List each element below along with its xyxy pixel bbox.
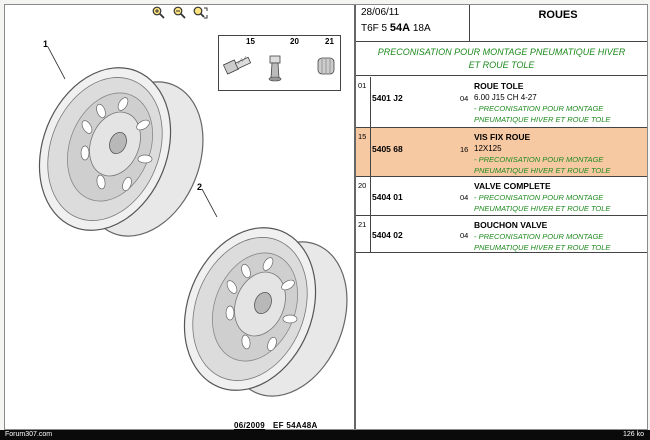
preconisation-banner: PRECONISATION POUR MONTAGE PNEUMATIQUE H…: [356, 42, 647, 76]
small-parts-box: 15 20 21: [218, 35, 341, 91]
status-site: Forum307.com: [5, 431, 53, 438]
header-date: 28/06/11: [361, 7, 400, 18]
part-title: ROUE TOLE: [474, 81, 524, 91]
zoom-toolbar: [151, 6, 208, 19]
row-index-cell: 01: [356, 77, 371, 127]
zoom-fit-icon[interactable]: [193, 6, 208, 19]
status-bar: Forum307.com 126 ko: [0, 430, 650, 440]
part-row-15[interactable]: 15 5405 68 16 VIS FIX ROUE 12X125 - PREC…: [356, 128, 647, 177]
parts-list-panel: 28/06/11 T6F 5 54A 18A ROUES PRECONISATI…: [356, 5, 647, 429]
part-note-line-2: PNEUMATIQUE HIVER ET ROUE TOLE: [474, 204, 611, 213]
part-reference: 5404 02: [372, 230, 403, 240]
preconisation-line-1: PRECONISATION POUR MONTAGE PNEUMATIQUE H…: [377, 47, 626, 57]
part-detail: 12X125: [474, 144, 502, 153]
small-parts-drawing: [222, 55, 335, 82]
valve-icon: [268, 55, 282, 82]
part-title: VALVE COMPLETE: [474, 181, 551, 191]
figure-reference: 06/2009 EF 54A48A: [234, 421, 318, 430]
valve-cap-icon: [317, 57, 335, 75]
part-row-01[interactable]: 01 5401 J2 04 ROUE TOLE 6.00 J15 CH 4-27…: [356, 77, 647, 128]
wheel-2: [183, 227, 348, 397]
part-reference: 5405 68: [372, 144, 403, 154]
part-note-line-2: PNEUMATIQUE HIVER ET ROUE TOLE: [474, 115, 611, 124]
page-title: ROUES: [469, 5, 646, 41]
part-quantity: 04: [460, 94, 469, 103]
zoom-in-icon[interactable]: [151, 6, 166, 19]
status-size: 126 ko: [622, 431, 644, 438]
row-number: 01: [358, 81, 367, 90]
figure-code: EF 54A48A: [273, 421, 318, 430]
row-index-cell: 15: [356, 128, 371, 176]
part-row-20[interactable]: 20 5404 01 04 VALVE COMPLETE - PRECONISA…: [356, 177, 647, 216]
wheel-bolt-icon: [222, 55, 252, 75]
row-number: 15: [358, 132, 367, 141]
header-code-suffix: 18A: [410, 23, 431, 34]
exploded-drawing: 1 2 15 20 21: [5, 19, 354, 429]
part-quantity: 04: [460, 193, 469, 202]
part-description: VALVE COMPLETE - PRECONISATION POUR MONT…: [474, 181, 646, 214]
row-index-cell: 20: [356, 177, 371, 215]
part-quantity: 04: [460, 231, 469, 240]
part-row-21[interactable]: 21 5404 02 04 BOUCHON VALVE - PRECONISAT…: [356, 216, 647, 253]
row-number: 21: [358, 220, 367, 229]
part-quantity: 16: [460, 145, 469, 154]
header-code-prefix: T6F 5: [361, 23, 390, 34]
part-description: ROUE TOLE 6.00 J15 CH 4-27 - PRECONISATI…: [474, 81, 646, 125]
part-title: VIS FIX ROUE: [474, 132, 531, 142]
list-header: 28/06/11 T6F 5 54A 18A ROUES: [356, 5, 647, 42]
header-code: T6F 5 54A 18A: [361, 22, 431, 34]
part-note-line-1: - PRECONISATION POUR MONTAGE: [474, 155, 604, 164]
zoom-out-icon[interactable]: [172, 6, 187, 19]
part-detail: 6.00 J15 CH 4-27: [474, 93, 537, 102]
wheel-1: [38, 67, 204, 237]
part-note-line-1: - PRECONISATION POUR MONTAGE: [474, 232, 604, 241]
part-description: BOUCHON VALVE - PRECONISATION POUR MONTA…: [474, 220, 646, 253]
preconisation-line-2: ET ROUE TOLE: [468, 60, 535, 70]
row-index-cell: 21: [356, 216, 371, 252]
header-code-bold: 54A: [389, 22, 411, 34]
part-title: BOUCHON VALVE: [474, 220, 548, 230]
part-note-line-1: - PRECONISATION POUR MONTAGE: [474, 104, 604, 113]
figure-date: 06/2009: [234, 421, 266, 430]
part-note-line-1: - PRECONISATION POUR MONTAGE: [474, 193, 604, 202]
part-reference: 5401 J2: [372, 93, 403, 103]
part-note-line-2: PNEUMATIQUE HIVER ET ROUE TOLE: [474, 243, 611, 252]
catalog-window: 1 2 15 20 21 06/2009 EF 54A48A 28/06/11 …: [4, 4, 648, 430]
part-note-line-2: PNEUMATIQUE HIVER ET ROUE TOLE: [474, 166, 611, 175]
part-reference: 5404 01: [372, 192, 403, 202]
row-number: 20: [358, 181, 367, 190]
part-description: VIS FIX ROUE 12X125 - PRECONISATION POUR…: [474, 132, 646, 176]
